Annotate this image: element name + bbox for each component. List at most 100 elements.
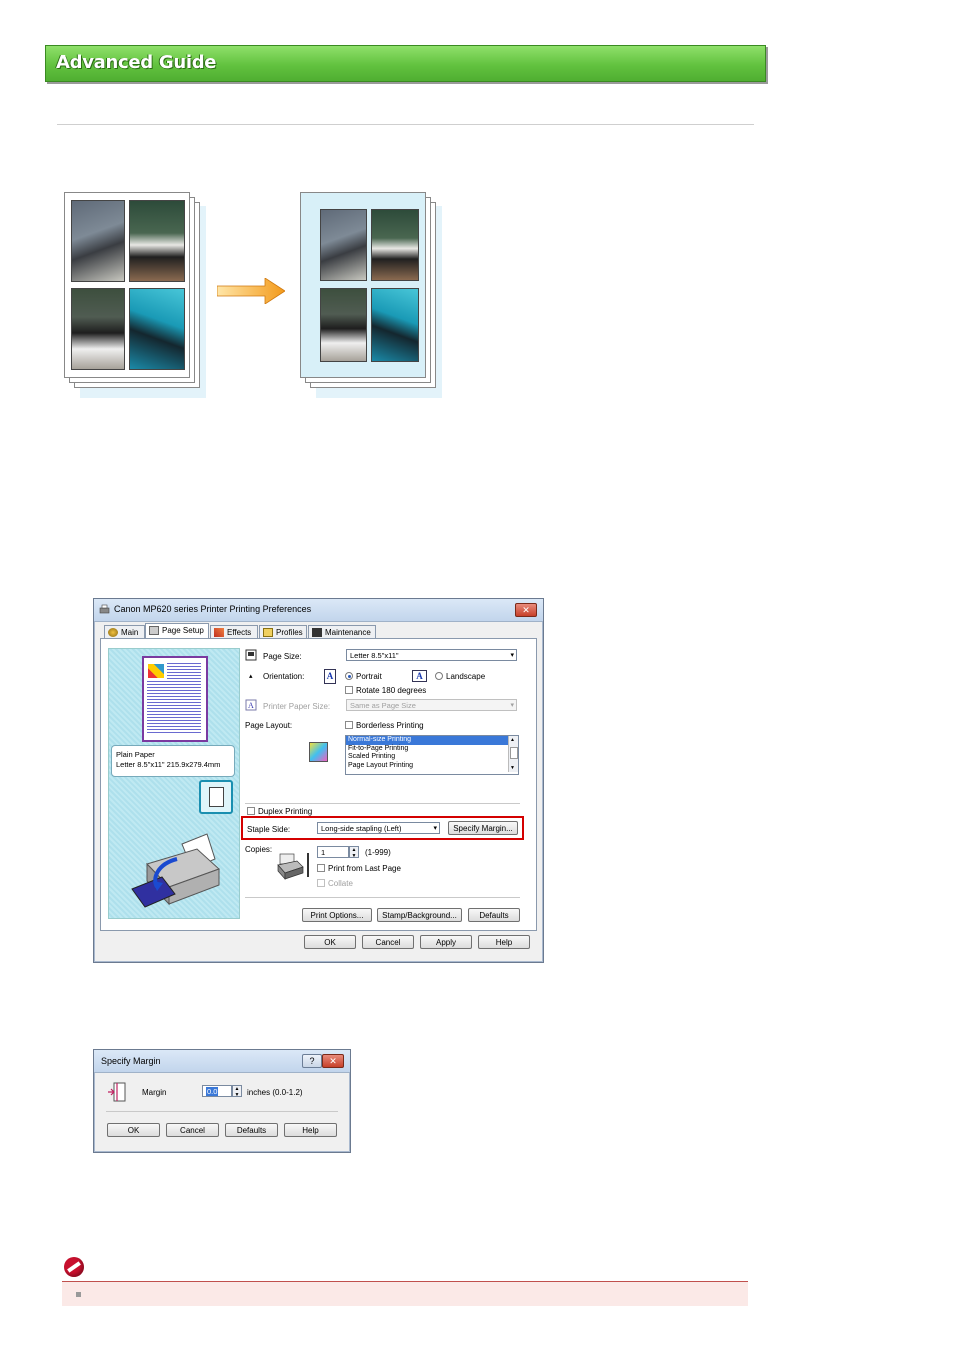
penguins-photo	[71, 288, 125, 370]
divider	[57, 124, 754, 125]
margin-label: Margin	[142, 1088, 167, 1097]
borderless-checkbox[interactable]	[345, 721, 353, 729]
chevron-up-icon: ▲	[510, 737, 515, 743]
banner-title: Advanced Guide	[56, 52, 217, 73]
bullet-icon	[76, 1292, 81, 1297]
paper-info-box: Plain Paper Letter 8.5"x11" 215.9x279.4m…	[111, 745, 235, 777]
page-size-icon	[245, 649, 257, 661]
margin-units: inches (0.0-1.2)	[247, 1088, 303, 1097]
chevron-down-icon: ▾	[433, 825, 437, 832]
help-question-button[interactable]: ?	[302, 1054, 322, 1068]
seal-photo	[129, 288, 185, 370]
page-size-label: Page Size:	[263, 652, 302, 661]
duplex-checkbox[interactable]	[247, 807, 255, 815]
defaults-button[interactable]: Defaults	[468, 908, 520, 922]
copies-input[interactable]: 1	[317, 846, 349, 858]
help-button[interactable]: Help	[478, 935, 530, 949]
panda-photo	[129, 200, 185, 282]
list-item[interactable]: Page Layout Printing	[346, 762, 518, 771]
copies-printer-icon	[277, 853, 309, 880]
orientation-arrow-icon: ▴	[249, 673, 253, 680]
specify-margin-button[interactable]: Specify Margin...	[448, 821, 518, 835]
list-item[interactable]: Normal-size Printing	[346, 736, 518, 745]
dialog-title: Specify Margin	[101, 1056, 161, 1066]
panda-photo	[371, 209, 419, 281]
tab-effects[interactable]: Effects	[210, 625, 258, 638]
penguin-photo	[320, 209, 367, 281]
apply-button[interactable]: Apply	[420, 935, 472, 949]
stamp-background-button[interactable]: Stamp/Background...	[377, 908, 462, 922]
tab-page-setup[interactable]: Page Setup	[145, 623, 209, 639]
list-item[interactable]: Fit-to-Page Printing	[346, 745, 518, 754]
collate-label: Collate	[328, 879, 353, 888]
divider	[245, 897, 520, 898]
rotate-180-checkbox[interactable]	[345, 686, 353, 694]
ok-button[interactable]: OK	[107, 1123, 160, 1137]
tab-profiles[interactable]: Profiles	[259, 625, 307, 638]
ok-button[interactable]: OK	[304, 935, 356, 949]
illustration-after	[300, 192, 445, 400]
list-item[interactable]: Scaled Printing	[346, 753, 518, 762]
printer-paper-size-select[interactable]: Same as Page Size ▾	[346, 699, 517, 711]
svg-text:A: A	[248, 701, 254, 710]
close-button[interactable]: ✕	[515, 603, 537, 617]
printer-paper-size-icon: A	[245, 699, 257, 711]
chevron-down-icon: ▼	[234, 1092, 240, 1098]
print-options-button[interactable]: Print Options...	[302, 908, 372, 922]
portrait-radio[interactable]	[345, 672, 353, 680]
close-button[interactable]: ✕	[322, 1054, 344, 1068]
penguin-photo	[71, 200, 125, 282]
important-icon	[64, 1257, 84, 1277]
margin-input[interactable]: 0.0	[202, 1085, 232, 1097]
defaults-button[interactable]: Defaults	[225, 1123, 278, 1137]
tab-main[interactable]: Main	[104, 625, 145, 638]
rotate-180-label: Rotate 180 degrees	[356, 686, 427, 695]
main-tab-icon	[108, 628, 118, 637]
cancel-button[interactable]: Cancel	[362, 935, 414, 949]
page-layout-list[interactable]: Normal-size Printing Fit-to-Page Printin…	[345, 735, 519, 775]
staple-side-select[interactable]: Long-side stapling (Left) ▾	[317, 822, 440, 834]
cancel-button[interactable]: Cancel	[166, 1123, 219, 1137]
printer-illustration-icon	[131, 833, 220, 908]
landscape-radio[interactable]	[435, 672, 443, 680]
tab-maintenance[interactable]: Maintenance	[308, 625, 376, 638]
penguins-photo	[320, 288, 367, 362]
portrait-icon: A	[324, 669, 336, 684]
layout-preview-icon	[309, 742, 328, 762]
printer-paper-size-label: Printer Paper Size:	[263, 702, 331, 711]
print-preview: Plain Paper Letter 8.5"x11" 215.9x279.4m…	[108, 648, 240, 919]
print-from-last-page-checkbox[interactable]	[317, 864, 325, 872]
specify-margin-dialog: Specify Margin ? ✕ Margin 0.0 ▲ ▼ inches…	[93, 1049, 351, 1153]
portrait-label: Portrait	[356, 672, 382, 681]
page-setup-panel: Plain Paper Letter 8.5"x11" 215.9x279.4m…	[100, 638, 537, 931]
paper-orientation-icon	[199, 780, 233, 814]
duplex-label: Duplex Printing	[258, 807, 313, 816]
guide-banner: Advanced Guide	[45, 45, 766, 82]
page-layout-label: Page Layout:	[245, 721, 293, 730]
copies-spinner[interactable]: ▲ ▼	[349, 846, 359, 859]
chevron-down-icon: ▼	[351, 853, 357, 859]
margin-icon	[108, 1082, 126, 1102]
list-scrollbar[interactable]: ▲ ▼	[508, 736, 518, 772]
margin-spinner[interactable]: ▲ ▼	[232, 1085, 242, 1098]
page-setup-tab-icon	[149, 626, 159, 635]
illustration-before	[64, 192, 209, 400]
orientation-label: Orientation:	[263, 672, 305, 681]
collate-checkbox[interactable]	[317, 879, 325, 887]
chevron-down-icon: ▾	[510, 702, 514, 709]
help-button[interactable]: Help	[284, 1123, 337, 1137]
right-arrow-icon	[217, 278, 285, 304]
landscape-label: Landscape	[446, 672, 486, 681]
media-type-text: Plain Paper	[116, 750, 155, 759]
title-bar: Canon MP620 series Printer Printing Pref…	[94, 599, 543, 622]
title-bar: Specify Margin ? ✕	[94, 1050, 350, 1073]
scroll-thumb[interactable]	[510, 747, 518, 759]
seal-photo	[371, 288, 419, 362]
profiles-tab-icon	[263, 628, 273, 637]
page-size-select[interactable]: Letter 8.5"x11" ▾	[346, 649, 517, 661]
effects-tab-icon	[214, 628, 224, 637]
preview-page	[142, 656, 208, 742]
paper-size-text: Letter 8.5"x11" 215.9x279.4mm	[116, 760, 221, 769]
copies-range: (1-999)	[365, 848, 391, 857]
chevron-down-icon: ▾	[510, 652, 514, 659]
